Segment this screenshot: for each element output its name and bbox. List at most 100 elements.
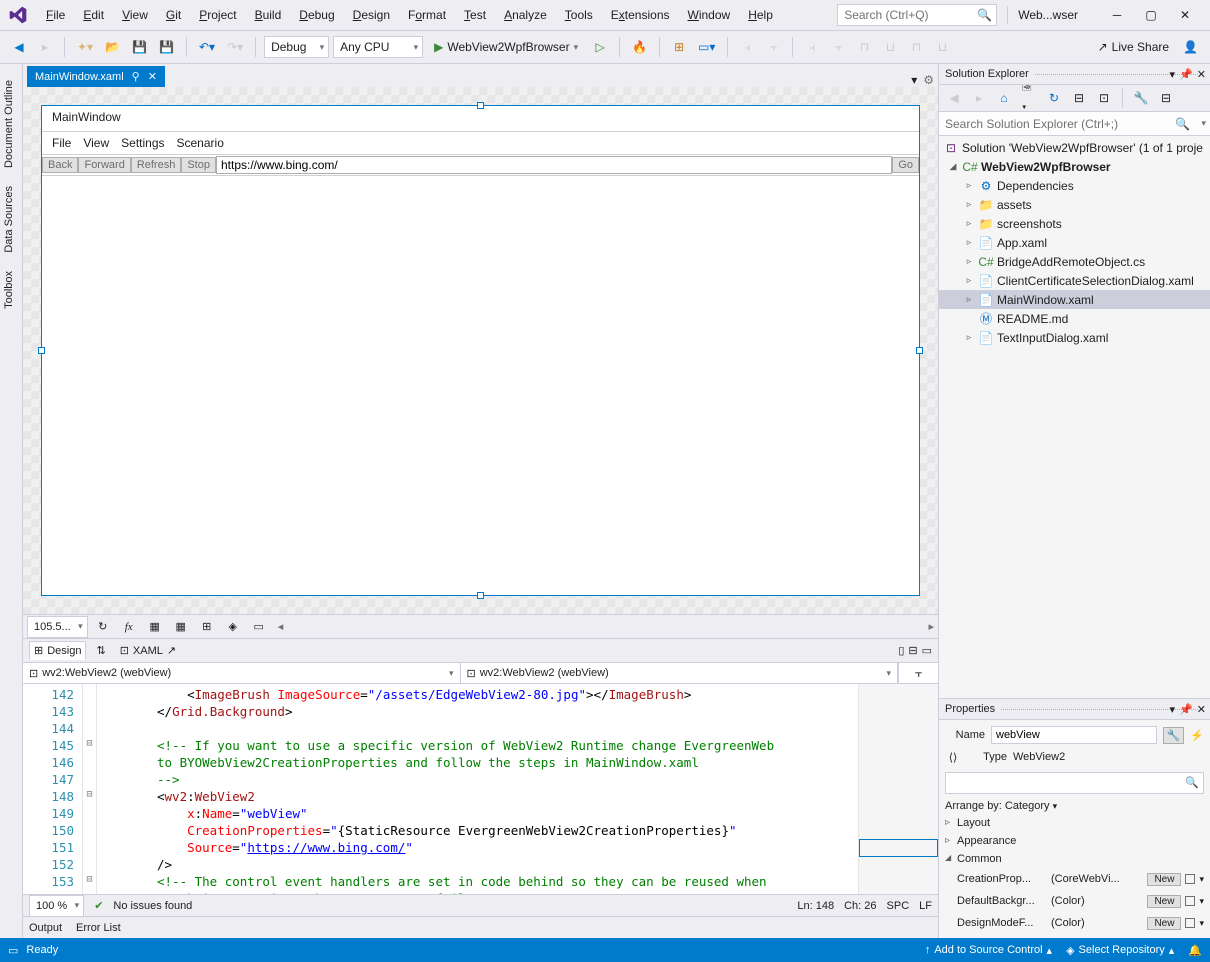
- doc-settings-button[interactable]: ⚙: [923, 73, 934, 87]
- prop-marker[interactable]: [1185, 918, 1195, 928]
- mock-stop-button[interactable]: Stop: [181, 157, 216, 173]
- prop-category[interactable]: Layout: [945, 814, 1204, 832]
- tb-align-4[interactable]: ⫟: [827, 36, 849, 58]
- mock-go-button[interactable]: Go: [892, 157, 919, 173]
- arrange-by[interactable]: Arrange by: Category ▾: [945, 798, 1204, 814]
- menu-view[interactable]: View: [114, 4, 156, 26]
- undo-button[interactable]: ↶▾: [195, 36, 219, 58]
- prop-category[interactable]: Appearance: [945, 832, 1204, 850]
- se-properties-button[interactable]: 🔧: [1130, 87, 1152, 109]
- snap-button[interactable]: ⊞: [196, 616, 218, 638]
- snap2-button[interactable]: ◈: [222, 616, 244, 638]
- panel-menu-button[interactable]: ▾: [1170, 68, 1176, 81]
- nav-forward-button[interactable]: ▸: [34, 36, 56, 58]
- save-all-button[interactable]: 💾: [155, 36, 178, 58]
- split-collapse-button[interactable]: ▭: [922, 644, 932, 657]
- tree-item[interactable]: ▹📄MainWindow.xaml: [939, 290, 1210, 309]
- maximize-button[interactable]: ▢: [1134, 4, 1168, 26]
- mock-back-button[interactable]: Back: [42, 157, 78, 173]
- se-refresh-button[interactable]: ↻: [1043, 87, 1065, 109]
- tb-align-5[interactable]: ⊓: [853, 36, 875, 58]
- solution-tree[interactable]: ⊡ Solution 'WebView2WpfBrowser' (1 of 1 …: [939, 136, 1210, 698]
- tree-solution[interactable]: ⊡ Solution 'WebView2WpfBrowser' (1 of 1 …: [939, 138, 1210, 157]
- tb-align-8[interactable]: ⊔: [931, 36, 953, 58]
- xaml-tab[interactable]: ⊡ XAML ↗: [116, 642, 180, 659]
- menu-build[interactable]: Build: [247, 4, 290, 26]
- scroll-left-icon[interactable]: ◂: [278, 620, 284, 633]
- config-combo[interactable]: Debug: [264, 36, 329, 58]
- tree-item[interactable]: ▹📄App.xaml: [939, 233, 1210, 252]
- line-pos[interactable]: Ln: 148: [797, 900, 834, 912]
- panel-menu-button[interactable]: ▾: [1170, 703, 1176, 716]
- menu-tools[interactable]: Tools: [557, 4, 601, 26]
- tree-item[interactable]: ⓂREADME.md: [939, 309, 1210, 328]
- start-without-debug-button[interactable]: ▷: [589, 36, 611, 58]
- data-sources-tab[interactable]: Data Sources: [0, 178, 18, 261]
- account-button[interactable]: 👤: [1179, 36, 1202, 58]
- close-icon[interactable]: ✕: [1197, 68, 1206, 81]
- tb-align-7[interactable]: ⊓: [905, 36, 927, 58]
- xaml-designer[interactable]: MainWindow FileViewSettingsScenario Back…: [23, 87, 938, 614]
- mock-refresh-button[interactable]: Refresh: [131, 157, 182, 173]
- designer-zoom-combo[interactable]: 105.5...: [27, 616, 88, 638]
- live-share-button[interactable]: ↗ Live Share: [1092, 40, 1175, 54]
- prop-marker[interactable]: [1185, 896, 1195, 906]
- minimize-button[interactable]: ─: [1100, 4, 1134, 26]
- editor-zoom[interactable]: 100 %: [29, 895, 84, 917]
- expand-icon[interactable]: ▹: [963, 180, 975, 191]
- mock-forward-button[interactable]: Forward: [78, 157, 130, 173]
- redo-button[interactable]: ↷▾: [223, 36, 247, 58]
- menu-test[interactable]: Test: [456, 4, 494, 26]
- se-filter-button[interactable]: ⊟: [1068, 87, 1090, 109]
- expand-icon[interactable]: ◢: [947, 161, 959, 172]
- grid-button-1[interactable]: ▦: [144, 616, 166, 638]
- properties-search[interactable]: 🔍: [945, 772, 1204, 794]
- design-tab[interactable]: ⊞ Design: [29, 641, 86, 660]
- pin-icon[interactable]: 📌: [1179, 703, 1193, 716]
- prop-marker[interactable]: [1185, 874, 1195, 884]
- tree-item[interactable]: ▹📄TextInputDialog.xaml: [939, 328, 1210, 347]
- issues-label[interactable]: No issues found: [113, 900, 192, 912]
- solution-badge[interactable]: Web...wser: [1007, 6, 1088, 24]
- code-nav-right[interactable]: ⊡ wv2:WebView2 (webView): [461, 663, 899, 683]
- new-project-button[interactable]: ✦▾: [73, 36, 97, 58]
- menu-extensions[interactable]: Extensions: [603, 4, 678, 26]
- expand-icon[interactable]: ▹: [963, 332, 975, 343]
- expand-icon[interactable]: ▹: [963, 275, 975, 286]
- split-handle-icon[interactable]: ⫟: [898, 663, 938, 683]
- menu-edit[interactable]: Edit: [75, 4, 112, 26]
- start-debug-button[interactable]: ▶ WebView2WpfBrowser ▾: [427, 36, 585, 58]
- document-outline-tab[interactable]: Document Outline: [0, 72, 18, 176]
- prop-category[interactable]: Common: [945, 850, 1204, 868]
- toolbox-tab[interactable]: Toolbox: [0, 263, 18, 317]
- close-button[interactable]: ✕: [1168, 4, 1202, 26]
- pin-icon[interactable]: 📌: [1179, 68, 1193, 81]
- doc-overflow-button[interactable]: ▾: [911, 73, 917, 87]
- tb-align-6[interactable]: ⊔: [879, 36, 901, 58]
- line-ending[interactable]: LF: [919, 900, 932, 912]
- global-search-input[interactable]: Search (Ctrl+Q) 🔍: [837, 4, 997, 26]
- menu-debug[interactable]: Debug: [291, 4, 342, 26]
- bottom-tab-error-list[interactable]: Error List: [76, 922, 121, 934]
- split-vertical-button[interactable]: ▯: [898, 644, 904, 657]
- wrench-icon[interactable]: 🔧: [1163, 727, 1185, 744]
- solution-explorer-search[interactable]: Search Solution Explorer (Ctrl+;) 🔍 ▾: [939, 112, 1210, 136]
- mock-menu-item[interactable]: Scenario: [177, 136, 224, 150]
- save-button[interactable]: 💾: [128, 36, 151, 58]
- prop-row[interactable]: DefaultBackgr...(Color)New▾: [945, 890, 1204, 912]
- new-button[interactable]: New: [1147, 917, 1181, 930]
- tb-align-1[interactable]: ⫞: [736, 36, 758, 58]
- close-icon[interactable]: ✕: [1197, 703, 1206, 716]
- scroll-right-icon[interactable]: ▸: [928, 620, 934, 633]
- close-icon[interactable]: ✕: [148, 70, 157, 83]
- se-preview-button[interactable]: ⊟: [1155, 87, 1177, 109]
- bottom-tab-output[interactable]: Output: [29, 922, 62, 934]
- expand-icon[interactable]: ▹: [963, 256, 975, 267]
- name-input[interactable]: [991, 726, 1157, 744]
- expand-icon[interactable]: ▹: [963, 237, 975, 248]
- mock-url-input[interactable]: [216, 156, 892, 174]
- se-home-button[interactable]: ⌂: [993, 87, 1015, 109]
- prop-row[interactable]: DesignModeF...(Color)New▾: [945, 912, 1204, 934]
- tree-project[interactable]: ◢ C# WebView2WpfBrowser: [939, 157, 1210, 176]
- menu-window[interactable]: Window: [680, 4, 739, 26]
